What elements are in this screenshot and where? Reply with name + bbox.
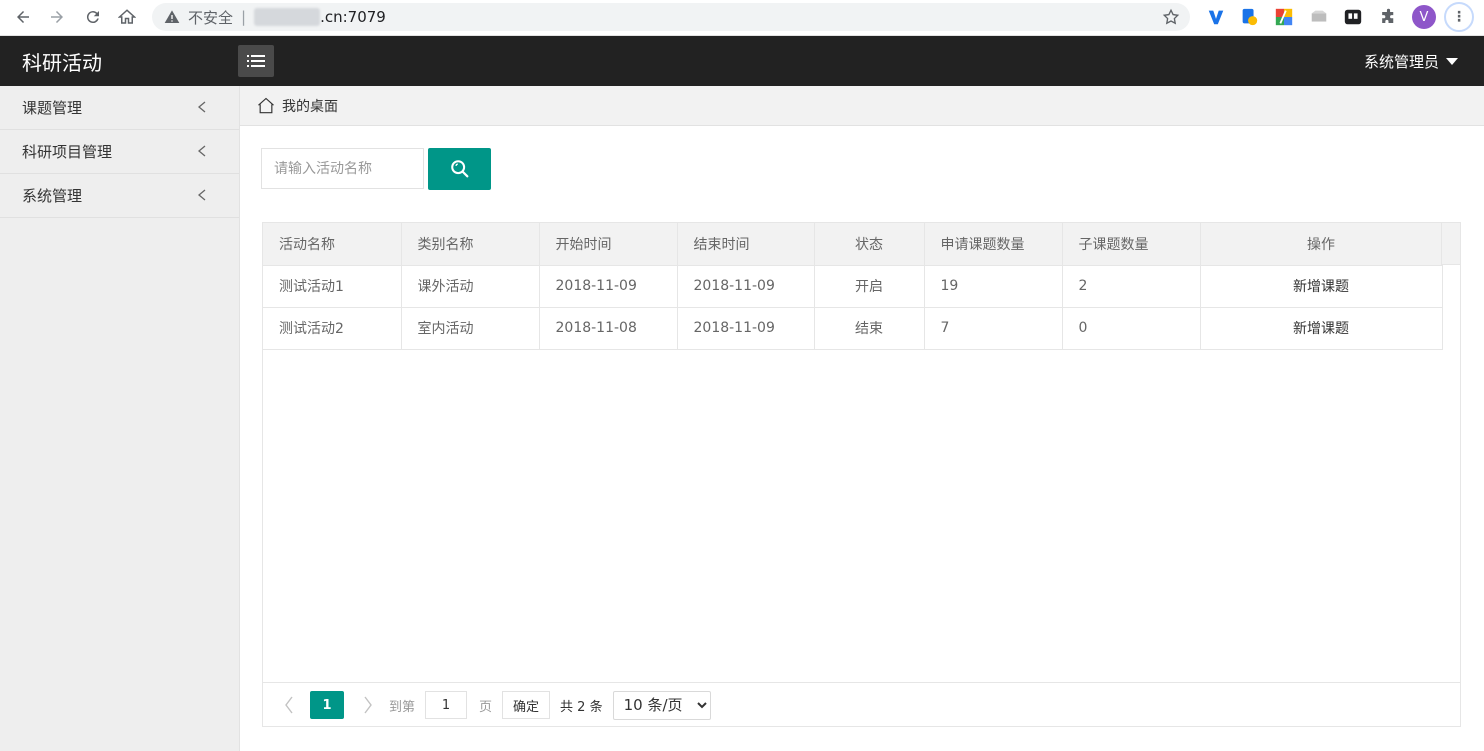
- add-topic-link[interactable]: 新增课题: [1293, 279, 1349, 295]
- cell-status: 开启: [814, 265, 925, 308]
- security-label: 不安全: [188, 8, 234, 27]
- search-icon: [450, 160, 468, 178]
- cell-start-date: 2018-11-08: [539, 307, 678, 350]
- breadcrumb: 我的桌面: [240, 86, 1484, 126]
- cell-end-date: 2018-11-09: [677, 307, 815, 350]
- table-scroll-gutter: [1441, 223, 1460, 265]
- address-bar[interactable]: 不安全 | .cn:7079: [152, 3, 1190, 31]
- home-icon[interactable]: [256, 96, 276, 116]
- cell-subtopic-count: 0: [1062, 307, 1201, 350]
- activity-table: 活动名称 类别名称 开始时间 结束时间 状态 申请课题数量 子课题数量 操作 测…: [263, 223, 1443, 350]
- page-size-select[interactable]: 10 条/页: [612, 690, 711, 720]
- extension-grey-icon[interactable]: [1308, 6, 1330, 28]
- table-row[interactable]: 测试活动2 室内活动 2018-11-08 2018-11-09 结束 7 0 …: [263, 307, 1443, 350]
- browser-menu-icon[interactable]: ⋮: [1444, 2, 1474, 32]
- home-icon: [118, 9, 136, 24]
- table-row[interactable]: 测试活动1 课外活动 2018-11-09 2018-11-09 开启 19 2…: [263, 265, 1443, 308]
- pagination: 1 到第 页 确定 共 2 条 10 条/页: [263, 682, 1460, 727]
- menu-icon: [247, 55, 265, 67]
- sidebar-item-project-management[interactable]: 科研项目管理: [0, 130, 239, 174]
- cell-applied-count: 7: [924, 307, 1063, 350]
- user-name: 系统管理员: [1363, 53, 1439, 71]
- prev-page-button[interactable]: [279, 695, 299, 715]
- sidebar: 课题管理 科研项目管理 系统管理: [0, 86, 240, 751]
- chevron-left-icon: [197, 101, 206, 113]
- arrow-left-icon: [17, 11, 29, 23]
- goto-label: 到第: [389, 699, 416, 715]
- app-title: 科研活动: [22, 51, 102, 75]
- search-input[interactable]: [261, 148, 424, 189]
- user-menu[interactable]: 系统管理员: [1364, 51, 1458, 72]
- activity-table-container: 活动名称 类别名称 开始时间 结束时间 状态 申请课题数量 子课题数量 操作 测…: [262, 222, 1461, 727]
- cell-category: 室内活动: [401, 307, 540, 350]
- cell-end-date: 2018-11-09: [677, 265, 815, 308]
- total-count: 共 2 条: [560, 699, 603, 715]
- column-header[interactable]: 开始时间: [539, 223, 678, 266]
- chevron-left-icon: [197, 145, 206, 157]
- add-topic-link[interactable]: 新增课题: [1293, 321, 1349, 337]
- column-header[interactable]: 结束时间: [677, 223, 815, 266]
- arrow-right-icon: [51, 11, 63, 23]
- chevron-right-icon: [364, 696, 372, 714]
- cell-category: 课外活动: [401, 265, 540, 308]
- home-button[interactable]: [110, 1, 144, 33]
- cell-action: 新增课题: [1200, 307, 1443, 350]
- page-number-input[interactable]: [425, 691, 468, 719]
- extension-v-icon[interactable]: [1205, 6, 1227, 28]
- column-header[interactable]: 类别名称: [401, 223, 540, 266]
- cell-action: 新增课题: [1200, 265, 1443, 308]
- column-header[interactable]: 操作: [1200, 223, 1443, 266]
- cell-activity-name: 测试活动1: [263, 265, 402, 308]
- extension-black-icon[interactable]: [1342, 6, 1364, 28]
- chevron-left-icon: [285, 696, 293, 714]
- sidebar-item-system-management[interactable]: 系统管理: [0, 174, 239, 218]
- cell-subtopic-count: 2: [1062, 265, 1201, 308]
- forward-button[interactable]: [40, 1, 74, 33]
- next-page-button[interactable]: [358, 695, 378, 715]
- cell-start-date: 2018-11-09: [539, 265, 678, 308]
- sidebar-item-label: 课题管理: [22, 99, 83, 117]
- sidebar-item-label: 科研项目管理: [22, 143, 113, 161]
- chevron-left-icon: [197, 189, 206, 201]
- sidebar-item-topic-management[interactable]: 课题管理: [0, 86, 239, 130]
- search-button[interactable]: [428, 148, 491, 190]
- column-header[interactable]: 活动名称: [263, 223, 402, 266]
- extension-color-icon[interactable]: [1273, 6, 1295, 28]
- cell-status: 结束: [814, 307, 925, 350]
- cell-applied-count: 19: [924, 265, 1063, 308]
- redacted-domain: [254, 8, 321, 26]
- column-header[interactable]: 申请课题数量: [924, 223, 1063, 266]
- sidebar-item-label: 系统管理: [22, 187, 83, 205]
- app-header: 科研活动 系统管理员: [0, 36, 1484, 86]
- table-header-row: 活动名称 类别名称 开始时间 结束时间 状态 申请课题数量 子课题数量 操作: [263, 223, 1443, 266]
- cell-activity-name: 测试活动2: [263, 307, 402, 350]
- reload-icon: [86, 11, 99, 24]
- page-label: 页: [479, 699, 493, 715]
- extensions-puzzle-icon[interactable]: [1377, 6, 1399, 28]
- reload-button[interactable]: [76, 1, 110, 33]
- column-header[interactable]: 子课题数量: [1062, 223, 1201, 266]
- warning-icon: [164, 10, 180, 23]
- url-text: .cn:7079: [320, 8, 386, 26]
- profile-avatar[interactable]: V: [1412, 5, 1436, 29]
- current-page[interactable]: 1: [310, 691, 344, 719]
- extension-doc-icon[interactable]: [1238, 6, 1260, 28]
- browser-toolbar: 不安全 | .cn:7079 V ⋮: [0, 0, 1484, 36]
- back-button[interactable]: [6, 1, 40, 33]
- breadcrumb-label[interactable]: 我的桌面: [282, 96, 338, 116]
- confirm-page-button[interactable]: 确定: [502, 691, 551, 719]
- bookmark-star-icon[interactable]: [1162, 8, 1180, 26]
- caret-down-icon: [1446, 58, 1458, 65]
- sidebar-toggle-button[interactable]: [238, 45, 274, 77]
- column-header[interactable]: 状态: [814, 223, 925, 266]
- divider: |: [241, 8, 247, 26]
